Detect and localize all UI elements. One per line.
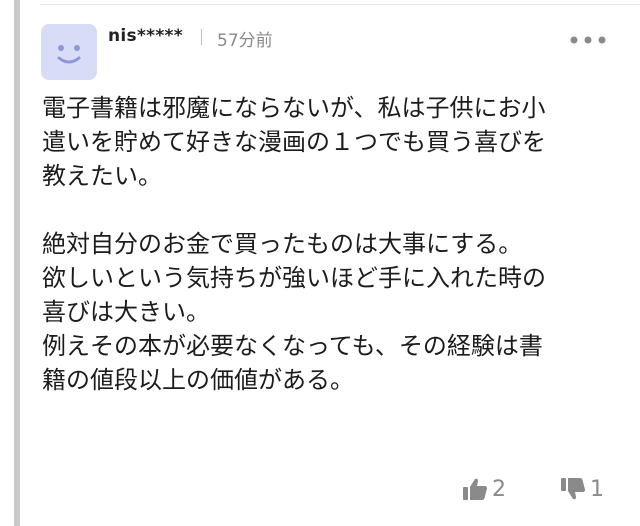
comment-line: 喜びは大きい。 xyxy=(42,298,210,326)
smiley-face-icon xyxy=(57,45,81,64)
comment-line: 教えたい。 xyxy=(42,162,162,190)
comment-body: 電子書籍は邪魔にならないが、私は子供にお小 遣いを貯めて好きな漫画の１つでも買う… xyxy=(42,91,622,397)
username[interactable]: nis***** xyxy=(108,26,183,46)
thumbs-up-icon xyxy=(463,478,487,500)
like-button[interactable]: 2 xyxy=(462,476,506,502)
post-time: 57分前 xyxy=(217,31,273,51)
comment-line: 例えその本が必要なくなっても、その経験は書 xyxy=(42,332,543,360)
comment-line: 絶対自分のお金で買ったものは大事にする。 xyxy=(42,230,523,258)
comment-line-blank xyxy=(42,193,622,227)
dislike-button[interactable]: 1 xyxy=(560,476,604,502)
more-dots-icon xyxy=(570,36,606,44)
comment-line: 籍の値段以上の価値がある。 xyxy=(42,366,354,394)
meta-separator xyxy=(201,29,202,45)
divider xyxy=(40,4,640,5)
comment-line: 電子書籍は邪魔にならないが、私は子供にお小 xyxy=(42,94,546,122)
comment-line: 遣いを貯めて好きな漫画の１つでも買う喜びを xyxy=(42,128,546,156)
avatar[interactable] xyxy=(41,24,97,80)
thread-indent-bar xyxy=(14,0,20,526)
comment-line: 欲しいという気持ちが強いほど手に入れた時の xyxy=(42,264,546,292)
dislike-count: 1 xyxy=(590,476,604,502)
comment-page: nis***** 57分前 電子書籍は邪魔にならないが、私は子供にお小 遣いを貯… xyxy=(0,0,640,526)
like-count: 2 xyxy=(492,476,506,502)
more-options-button[interactable] xyxy=(568,32,608,48)
thumbs-down-icon xyxy=(561,478,585,500)
